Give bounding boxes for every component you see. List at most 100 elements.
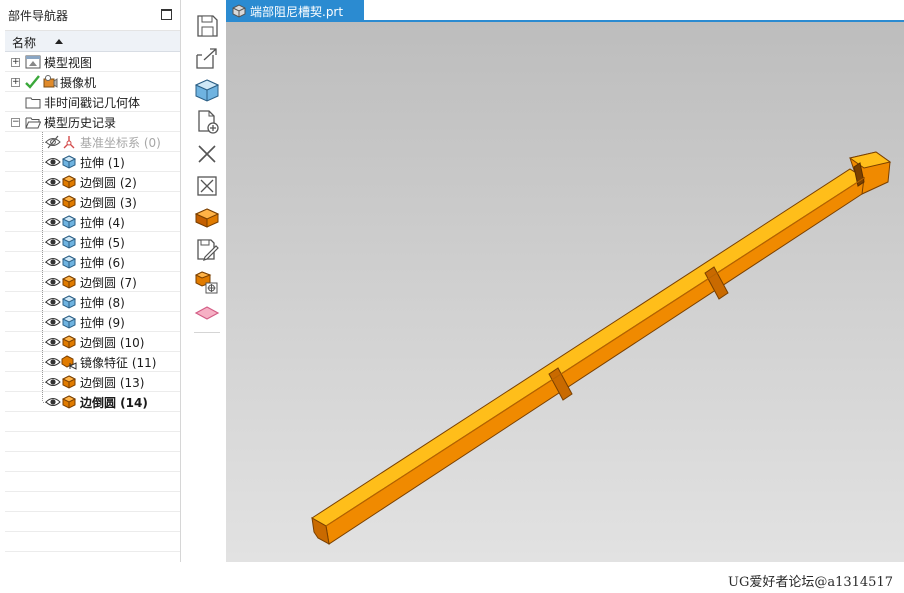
close-box-icon[interactable] (193, 172, 221, 200)
tree-node-feature[interactable]: 边倒圆 (13) (5, 372, 180, 392)
tree-node-feature[interactable]: 边倒圆 (3) (5, 192, 180, 212)
empty-row (5, 472, 180, 492)
feature-label: 拉伸 (4) (80, 216, 125, 230)
hidden-eye-icon[interactable] (45, 134, 61, 150)
tree-node-feature[interactable]: 拉伸 (9) (5, 312, 180, 332)
extrude-icon (61, 295, 77, 309)
tree-node-model-history[interactable]: − 模型历史记录 (5, 112, 180, 132)
sort-ascending-icon[interactable] (55, 39, 63, 44)
edge-blend-icon (61, 195, 77, 209)
visibility-eye-icon[interactable] (45, 234, 61, 250)
empty-row (5, 512, 180, 532)
feature-list: 基准坐标系 (0) 拉伸 (1) 边倒圆 (2) 边倒圆 (3) 拉伸 (4) 拉伸 (5… (5, 132, 180, 412)
visibility-eye-icon[interactable] (45, 154, 61, 170)
edge-blend-icon (61, 375, 77, 389)
column-header-name[interactable]: 名称 (5, 31, 180, 52)
checkmark-icon (25, 75, 40, 89)
feature-label: 边倒圆 (2) (80, 176, 137, 190)
maximize-icon[interactable] (161, 9, 172, 20)
tree-node-label: 模型视图 (44, 56, 93, 70)
plane-icon[interactable] (193, 300, 221, 328)
tree-node-feature[interactable]: 边倒圆 (14) (5, 392, 180, 412)
visibility-eye-icon[interactable] (45, 354, 61, 370)
collapse-icon[interactable]: − (11, 118, 20, 127)
assembly-icon[interactable] (193, 268, 221, 296)
empty-row (5, 492, 180, 512)
feature-label: 拉伸 (8) (80, 296, 125, 310)
column-header-label: 名称 (12, 36, 37, 50)
tree-connector (42, 392, 43, 401)
tab-label: 端部阻尼槽契.prt (250, 5, 344, 19)
feature-label: 拉伸 (5) (80, 236, 125, 250)
visibility-eye-icon[interactable] (45, 314, 61, 330)
visibility-eye-icon[interactable] (45, 194, 61, 210)
resource-toolbar (190, 10, 224, 340)
extrude-icon (61, 155, 77, 169)
model-bar-side-face (325, 176, 865, 545)
camera-icon (43, 75, 58, 88)
export-icon[interactable] (193, 44, 221, 72)
visibility-eye-icon[interactable] (45, 174, 61, 190)
tree-node-model-views[interactable]: + 模型视图 (5, 52, 180, 72)
tree-node-feature[interactable]: 边倒圆 (2) (5, 172, 180, 192)
forum-watermark: UG爱好者论坛@a1314517 (728, 575, 893, 590)
tree-node-label: 摄像机 (60, 76, 97, 90)
close-icon[interactable] (193, 140, 221, 168)
visibility-eye-icon[interactable] (45, 394, 61, 410)
feature-label: 边倒圆 (3) (80, 196, 137, 210)
tree-node-non-timestamp-geometry[interactable]: 非时间戳记几何体 (5, 92, 180, 112)
model-graphic (311, 151, 892, 545)
navigator-title: 部件导航器 (8, 9, 69, 23)
edge-blend-icon (61, 275, 77, 289)
visibility-eye-icon[interactable] (45, 254, 61, 270)
feature-label: 边倒圆 (10) (80, 336, 145, 350)
tree-node-feature[interactable]: 拉伸 (6) (5, 252, 180, 272)
visibility-eye-icon[interactable] (45, 214, 61, 230)
tree-node-feature[interactable]: 拉伸 (1) (5, 152, 180, 172)
visibility-eye-icon[interactable] (45, 274, 61, 290)
feature-label: 边倒圆 (7) (80, 276, 137, 290)
datum-csys-icon (63, 136, 75, 149)
part-icon[interactable] (193, 204, 221, 232)
tree-node-label: 模型历史记录 (44, 116, 117, 130)
tree-node-feature[interactable]: 边倒圆 (7) (5, 272, 180, 292)
tree-node-feature[interactable]: 拉伸 (5) (5, 232, 180, 252)
model-views-icon (25, 55, 41, 69)
tree-node-camera[interactable]: + 摄像机 (5, 72, 180, 92)
graphics-viewport[interactable] (226, 22, 904, 562)
feature-label: 拉伸 (9) (80, 316, 125, 330)
toolbar-separator (194, 332, 220, 333)
tree-node-feature[interactable]: 边倒圆 (10) (5, 332, 180, 352)
edit-document-icon[interactable] (193, 236, 221, 264)
visibility-eye-icon[interactable] (45, 334, 61, 350)
empty-row (5, 432, 180, 452)
folder-open-icon (25, 117, 41, 129)
tree-node-feature[interactable]: 基准坐标系 (0) (5, 132, 180, 152)
extrude-icon (61, 215, 77, 229)
feature-label: 镜像特征 (11) (80, 356, 157, 370)
extrude-icon (61, 315, 77, 329)
tree-node-label: 非时间戳记几何体 (44, 96, 141, 110)
save-icon[interactable] (193, 12, 221, 40)
extrude-icon (61, 235, 77, 249)
visibility-eye-icon[interactable] (45, 294, 61, 310)
feature-label: 边倒圆 (14) (80, 396, 148, 410)
tree-node-feature[interactable]: 镜像特征 (11) (5, 352, 180, 372)
empty-row (5, 452, 180, 472)
feature-label: 拉伸 (6) (80, 256, 125, 270)
mirror-feature-icon (61, 355, 77, 370)
solid-body-icon[interactable] (193, 76, 221, 104)
part-file-icon (232, 4, 246, 18)
feature-label: 边倒圆 (13) (80, 376, 145, 390)
tree-node-feature[interactable]: 拉伸 (8) (5, 292, 180, 312)
new-file-icon[interactable] (193, 108, 221, 136)
expand-icon[interactable]: + (11, 58, 20, 67)
edge-blend-icon (61, 335, 77, 349)
tab-part-file[interactable]: 端部阻尼槽契.prt (226, 0, 364, 22)
feature-label: 基准坐标系 (0) (80, 136, 161, 150)
tree-node-feature[interactable]: 拉伸 (4) (5, 212, 180, 232)
visibility-eye-icon[interactable] (45, 374, 61, 390)
edge-blend-icon (61, 175, 77, 189)
expand-icon[interactable]: + (11, 78, 20, 87)
empty-row (5, 412, 180, 432)
